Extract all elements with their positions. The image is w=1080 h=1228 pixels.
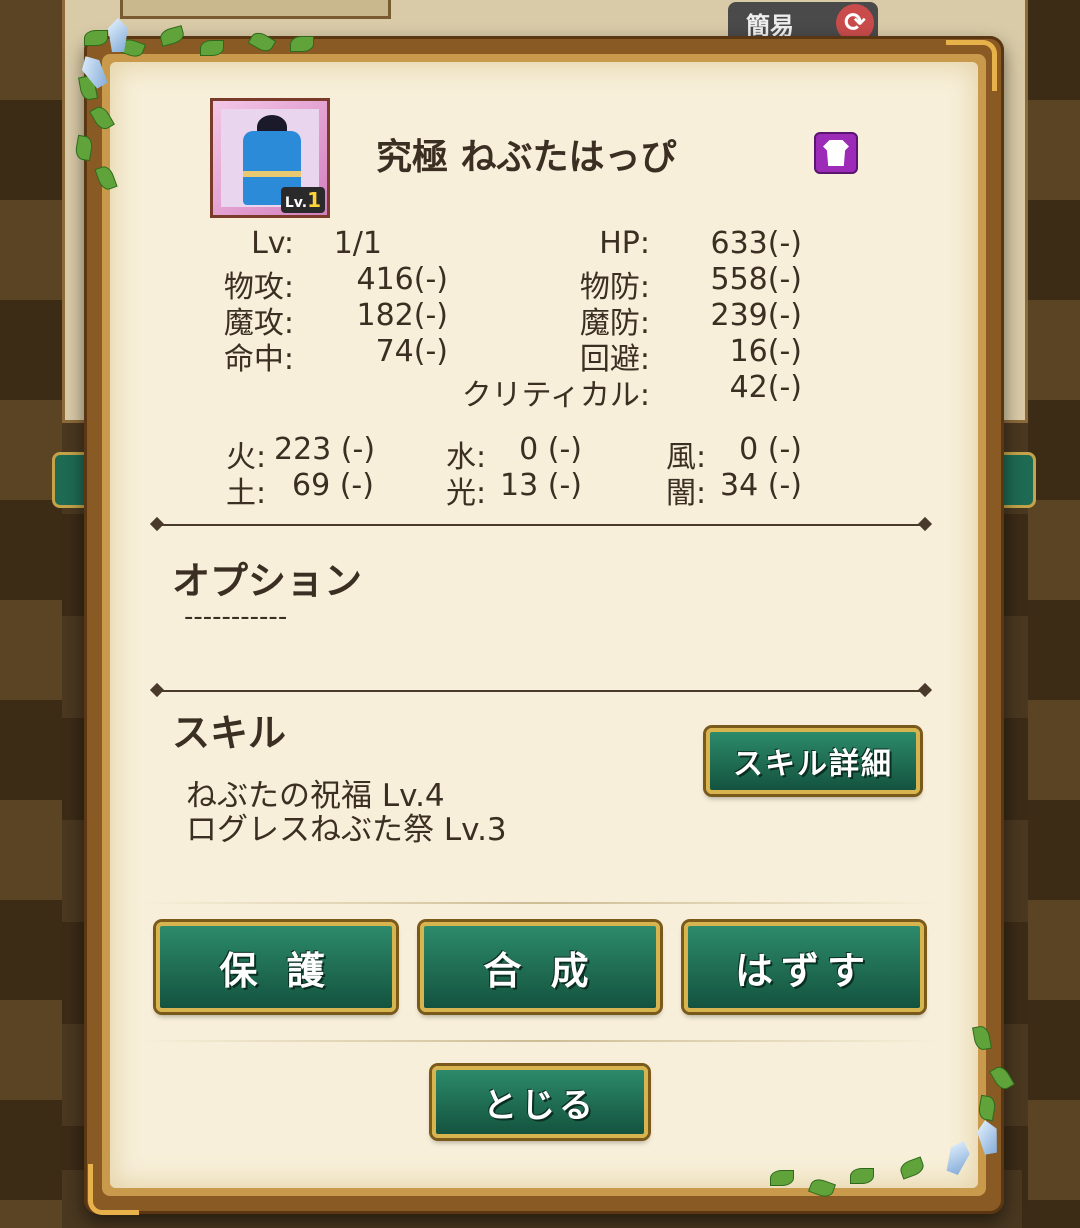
remove-button[interactable]: はずす <box>684 922 924 1012</box>
element-value-fire: 223 (-) <box>274 432 376 467</box>
stat-value-patk: 416(-) <box>356 262 449 297</box>
background-strip-right <box>1028 0 1080 1228</box>
element-value-wind: 0 (-) <box>739 432 802 467</box>
stat-value-mdef: 239(-) <box>710 298 803 333</box>
clothing-category-icon <box>814 132 858 174</box>
skill-detail-button[interactable]: スキル詳細 <box>706 728 920 794</box>
stat-value-hp: 633(-) <box>710 226 803 261</box>
section-divider <box>140 1040 940 1042</box>
item-name: 究極 ねぶたはっぴ <box>376 137 677 178</box>
stat-value-accuracy: 74(-) <box>375 334 448 369</box>
corner-ornament-top-right <box>946 40 997 91</box>
element-value-earth: 69 (-) <box>292 468 374 503</box>
section-divider <box>158 524 924 526</box>
section-divider <box>140 902 940 904</box>
element-label-dark: 闇: <box>666 476 707 511</box>
element-value-water: 0 (-) <box>519 432 582 467</box>
protect-button[interactable]: 保 護 <box>156 922 396 1012</box>
corner-ornament-bottom-left <box>88 1164 139 1215</box>
stat-label-level: Lv: <box>251 226 294 261</box>
stat-value-evasion: 16(-) <box>729 334 802 369</box>
stat-label-accuracy: 命中: <box>223 342 294 377</box>
item-level-badge: Lv.1 <box>280 187 325 213</box>
stat-value-level: 1/1 <box>333 226 382 261</box>
background-strip-left <box>0 0 62 1228</box>
stat-label-critical: クリティカル: <box>461 378 650 413</box>
stat-value-pdef: 558(-) <box>710 262 803 297</box>
item-icon: Lv.1 <box>210 98 330 218</box>
option-value: ----------- <box>184 602 288 632</box>
element-label-light: 光: <box>446 476 487 511</box>
skill-title: スキル <box>172 711 287 755</box>
stat-label-hp: HP: <box>599 226 650 261</box>
underlying-tab <box>120 0 391 19</box>
element-value-dark: 34 (-) <box>720 468 802 503</box>
element-label-earth: 土: <box>226 476 267 511</box>
close-button[interactable]: とじる <box>432 1066 648 1138</box>
stat-value-matk: 182(-) <box>356 298 449 333</box>
skill-item: ログレスねぶた祭 Lv.3 <box>186 812 507 848</box>
synthesize-button[interactable]: 合 成 <box>420 922 660 1012</box>
element-value-light: 13 (-) <box>500 468 582 503</box>
stat-value-critical: 42(-) <box>729 370 802 405</box>
section-divider <box>158 690 924 692</box>
option-title: オプション <box>172 559 363 603</box>
